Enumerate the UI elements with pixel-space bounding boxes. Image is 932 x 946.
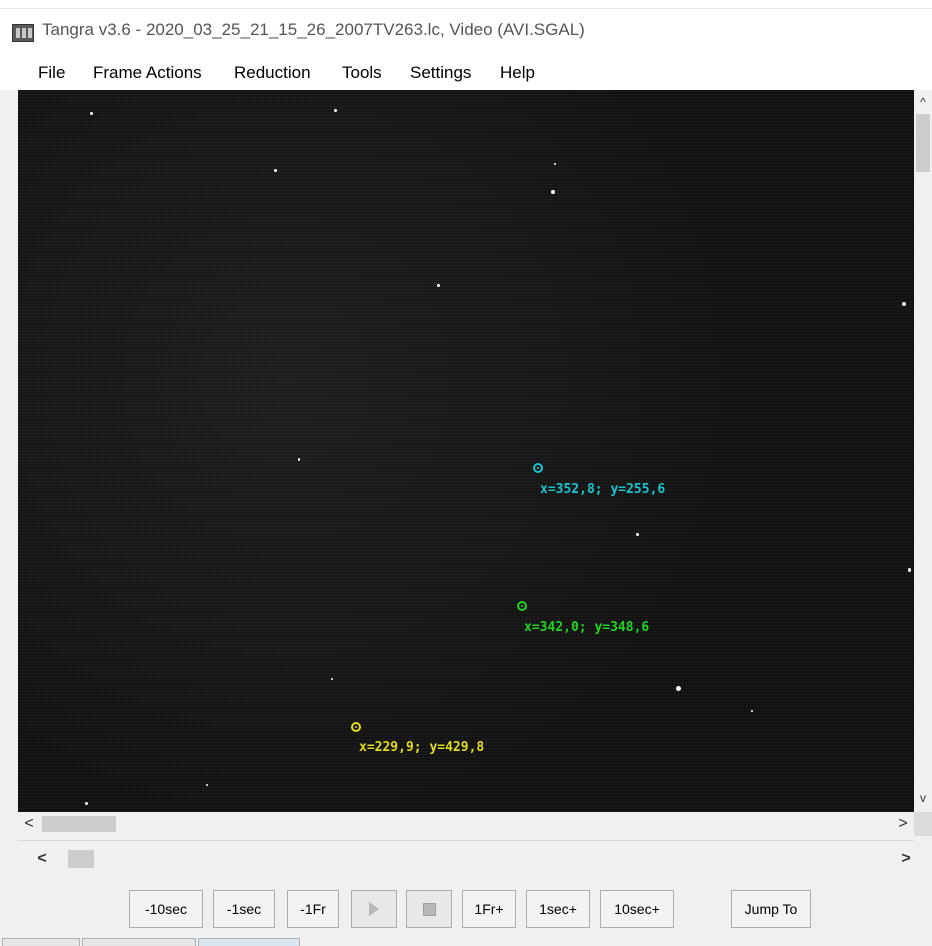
menu-bar: File Frame Actions Reduction Tools Setti… (0, 56, 932, 90)
frame-trackbar-thumb[interactable] (68, 850, 94, 868)
menu-tools[interactable]: Tools (342, 63, 382, 83)
target-2-marker[interactable] (517, 601, 527, 611)
menu-frame-actions[interactable]: Frame Actions (93, 63, 202, 83)
menu-settings[interactable]: Settings (410, 63, 471, 83)
horizontal-scrollbar[interactable]: < > (18, 812, 914, 836)
star (206, 784, 208, 786)
jump-to-button[interactable]: Jump To (731, 890, 811, 928)
stop-button[interactable] (406, 890, 452, 928)
trackbar-right-icon[interactable]: > (896, 848, 916, 870)
title-bar: Tangra v3.6 - 2020_03_25_21_15_26_2007TV… (0, 0, 932, 56)
star (298, 458, 300, 461)
bottom-tab-strip (0, 938, 932, 946)
window-top-edge (0, 0, 932, 9)
star (437, 284, 440, 287)
vertical-scroll-thumb[interactable] (916, 114, 930, 172)
window-title: Tangra v3.6 - 2020_03_25_21_15_26_2007TV… (42, 20, 585, 39)
scroll-down-icon[interactable]: v (914, 790, 932, 806)
minus-1sec-button[interactable]: -1sec (213, 890, 275, 928)
menu-reduction[interactable]: Reduction (234, 63, 311, 83)
trackbar-left-icon[interactable]: < (32, 848, 52, 870)
star (554, 163, 556, 165)
tab[interactable] (2, 938, 80, 946)
target-3-marker[interactable] (351, 722, 361, 732)
horizontal-scroll-thumb[interactable] (42, 816, 116, 832)
scroll-right-icon[interactable]: > (894, 812, 912, 836)
video-frame-view[interactable]: x=352,8; y=255,6 x=342,0; y=348,6 x=229,… (18, 90, 914, 812)
star (676, 686, 681, 691)
tab[interactable] (82, 938, 196, 946)
star (636, 533, 639, 536)
stop-icon (422, 902, 436, 916)
star (334, 109, 337, 112)
menu-help[interactable]: Help (500, 63, 535, 83)
star (751, 710, 753, 712)
star (274, 169, 277, 172)
target-3-coords: x=229,9; y=429,8 (359, 740, 485, 755)
play-icon (369, 902, 379, 917)
minus-10sec-button[interactable]: -10sec (129, 890, 203, 928)
target-1-coords: x=352,8; y=255,6 (540, 482, 666, 497)
play-button[interactable] (351, 890, 397, 928)
star (908, 568, 911, 572)
plus-10sec-button[interactable]: 10sec+ (600, 890, 674, 928)
frame-trackbar[interactable]: < > (18, 846, 914, 874)
star (331, 678, 333, 680)
menu-file[interactable]: File (38, 63, 65, 83)
tab[interactable] (198, 938, 300, 946)
star (902, 302, 906, 306)
target-2-coords: x=342,0; y=348,6 (524, 620, 650, 635)
scroll-left-icon[interactable]: < (20, 812, 38, 836)
divider (18, 840, 914, 841)
scrollbar-corner (914, 812, 932, 836)
vertical-scrollbar[interactable]: ^ v (914, 90, 932, 812)
star (90, 112, 93, 115)
target-1-marker[interactable] (533, 463, 543, 473)
plus-1fr-button[interactable]: 1Fr+ (462, 890, 516, 928)
tangra-app-icon (12, 24, 34, 42)
star (551, 190, 555, 194)
video-frame-image (18, 90, 914, 812)
star (85, 802, 88, 805)
scroll-up-icon[interactable]: ^ (914, 94, 932, 110)
plus-1sec-button[interactable]: 1sec+ (526, 890, 590, 928)
minus-1fr-button[interactable]: -1Fr (287, 890, 339, 928)
